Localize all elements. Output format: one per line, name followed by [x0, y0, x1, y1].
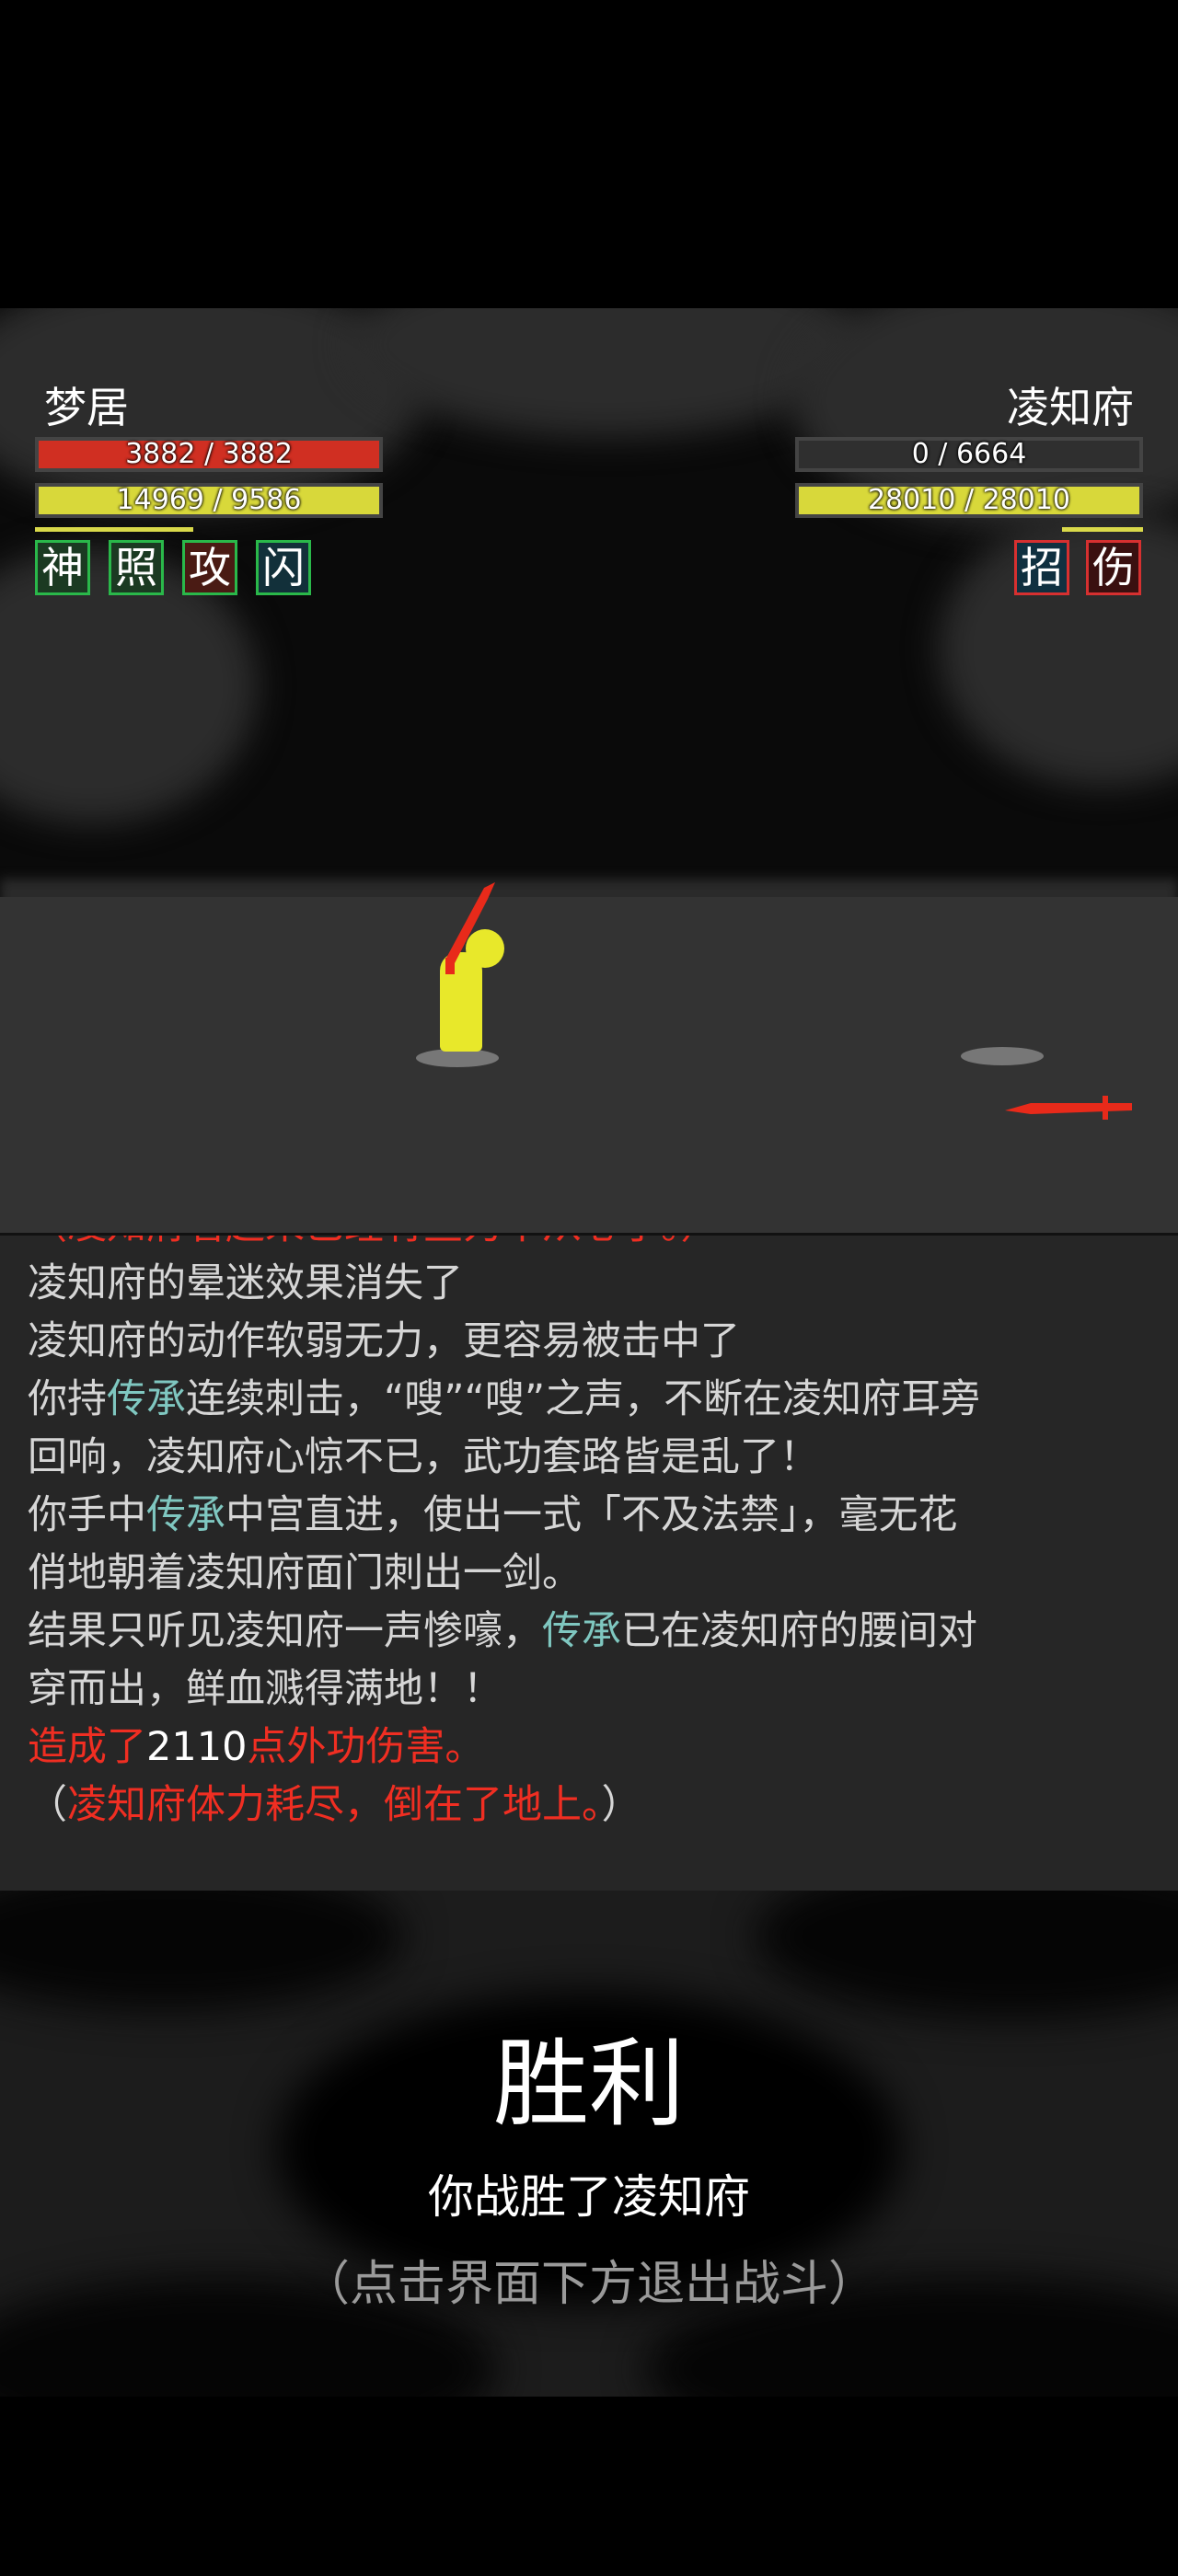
log-text: 穿而出，鲜血溅得满地！！ — [28, 1666, 502, 1712]
enemy-hp-bar: 0 / 6664 — [795, 437, 1143, 472]
player-hp-text: 3882 / 3882 — [125, 438, 293, 470]
enemy-shadow — [961, 1047, 1044, 1065]
log-text: 你手中 — [28, 1492, 146, 1538]
log-line: 你持传承连续刺击，“嗖”“嗖”之声，不断在凌知府耳旁 — [28, 1371, 1150, 1429]
log-line: 凌知府的晕迷效果消失了 — [28, 1255, 1150, 1313]
log-text: 已在凌知府的腰间对 — [621, 1608, 977, 1654]
log-text: 结果只听见凌知府一声惨嚎， — [28, 1608, 542, 1654]
weapon-name: 传承 — [107, 1376, 186, 1422]
log-line: 回响，凌知府心惊不已，武功套路皆是乱了！ — [28, 1429, 1150, 1487]
log-text: 回响，凌知府心惊不已，武功套路皆是乱了！ — [28, 1434, 819, 1480]
player-stamina-line — [35, 527, 193, 532]
log-line: 穿而出，鲜血溅得满地！！ — [28, 1661, 1150, 1719]
battle-log[interactable]: （凌知府看起来已经有些力不从心了。） 凌知府的晕迷效果消失了凌知府的动作软弱无力，… — [0, 1233, 1178, 1896]
log-text: （ — [28, 1782, 67, 1828]
weapon-name: 传承 — [542, 1608, 621, 1654]
enemy-mp-bar: 28010 / 28010 — [795, 483, 1143, 518]
player-skill-zhao[interactable]: 照 — [109, 540, 164, 595]
victory-panel[interactable]: 胜利 你战胜了凌知府 （点击界面下方退出战斗） — [0, 1891, 1178, 2397]
log-text: （凌知府看起来已经有些力不从心了。） — [28, 1236, 721, 1248]
player-name: 梦居 — [44, 383, 129, 432]
player-mp-bar: 14969 / 9586 — [35, 483, 383, 518]
log-text: 造成了 — [28, 1724, 146, 1770]
victory-message: 你战胜了凌知府 — [428, 2170, 750, 2224]
enemy-mp-text: 28010 / 28010 — [867, 484, 1071, 516]
player-skill-shen[interactable]: 神 — [35, 540, 90, 595]
log-text: ） — [601, 1782, 641, 1828]
log-line: 结果只听见凌知府一声惨嚎，传承已在凌知府的腰间对 — [28, 1603, 1150, 1661]
log-line: （凌知府体力耗尽，倒在了地上。） — [28, 1777, 1150, 1834]
log-text: 中宫直进，使出一式「不及法禁」，毫无花 — [225, 1492, 958, 1538]
battle-arena[interactable]: 梦居 3882 / 3882 14969 / 9586 神 照 攻 闪 凌知府 … — [0, 308, 1178, 1233]
log-line: 凌知府的动作软弱无力，更容易被击中了 — [28, 1313, 1150, 1371]
log-line: 俏地朝着凌知府面门刺出一剑。 — [28, 1545, 1150, 1603]
dropped-sword-icon — [1005, 1096, 1132, 1120]
enemy-skill-zhao[interactable]: 招 — [1014, 540, 1069, 595]
player-hp-bar: 3882 / 3882 — [35, 437, 383, 472]
enemy-skill-shang[interactable]: 伤 — [1086, 540, 1141, 595]
enemy-hp-text: 0 / 6664 — [911, 438, 1027, 470]
log-text: 2110 — [146, 1724, 248, 1770]
top-black-bar — [0, 0, 1178, 308]
player-skill-gong[interactable]: 攻 — [182, 540, 237, 595]
log-line: 造成了2110点外功伤害。 — [28, 1719, 1150, 1777]
log-text: 点外功伤害。 — [247, 1724, 485, 1770]
log-text: 俏地朝着凌知府面门刺出一剑。 — [28, 1550, 582, 1596]
log-text: 凌知府体力耗尽，倒在了地上。 — [67, 1782, 602, 1828]
sword-icon — [445, 882, 495, 974]
exit-tap-area[interactable] — [0, 2397, 1178, 2576]
player-skill-shan[interactable]: 闪 — [256, 540, 311, 595]
exit-hint[interactable]: （点击界面下方退出战斗） — [0, 2245, 1178, 2314]
weapon-name: 传承 — [146, 1492, 225, 1538]
victory-title: 胜利 — [492, 2028, 685, 2140]
enemy-stamina-line — [1062, 527, 1143, 532]
log-line: （凌知府看起来已经有些力不从心了。） — [28, 1236, 1150, 1255]
player-shadow — [416, 1049, 499, 1067]
log-text: 连续刺击，“嗖”“嗖”之声，不断在凌知府耳旁 — [186, 1376, 981, 1422]
log-text: 你持 — [28, 1376, 107, 1422]
log-text: 凌知府的晕迷效果消失了 — [28, 1260, 463, 1306]
player-mp-text: 14969 / 9586 — [116, 484, 302, 516]
log-line: 你手中传承中宫直进，使出一式「不及法禁」，毫无花 — [28, 1487, 1150, 1545]
log-text: 凌知府的动作软弱无力，更容易被击中了 — [28, 1318, 740, 1364]
enemy-name: 凌知府 — [1007, 383, 1134, 432]
